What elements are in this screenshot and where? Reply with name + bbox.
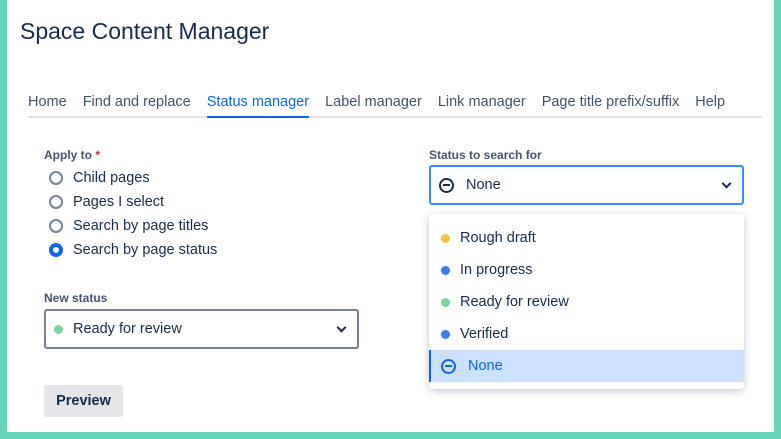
status-dot-icon [441,233,450,243]
radio-circle-icon [49,195,63,209]
radio-label: Search by page status [73,242,218,258]
apply-to-text: Apply to [44,148,92,162]
apply-to-label: Apply to * [44,148,100,162]
chevron-down-icon [721,178,732,189]
option-label: None [468,358,503,374]
tab-help[interactable]: Help [695,86,725,118]
option-verified[interactable]: Verified [429,318,744,350]
page-title: Space Content Manager [20,18,270,44]
radio-label: Search by page titles [73,218,209,234]
tab-label-manager[interactable]: Label manager [325,86,422,118]
radio-child-pages[interactable]: Child pages [49,170,150,186]
radio-checked-icon [49,243,63,257]
option-ready-for-review[interactable]: Ready for review [429,286,744,318]
option-in-progress[interactable]: In progress [429,254,744,286]
search-status-select[interactable]: None [429,165,744,205]
radio-circle-icon [49,171,63,185]
radio-search-by-status[interactable]: Search by page status [49,242,217,258]
chevron-down-icon [336,322,347,333]
search-status-label: Status to search for [429,148,542,162]
option-label: Ready for review [460,294,569,310]
select-value: None [466,177,501,193]
radio-pages-i-select[interactable]: Pages I select [49,194,164,210]
app-window: Space Content Manager Home Find and repl… [7,0,774,432]
option-label: Verified [460,326,509,342]
tab-status-manager[interactable]: Status manager [206,86,310,118]
status-dot-icon [441,329,450,339]
tab-bar: Home Find and replace Status manager Lab… [28,86,762,118]
status-dropdown-menu: Rough draft In progress Ready for review… [429,214,744,389]
new-status-select[interactable]: Ready for review [44,309,359,349]
radio-circle-icon [49,219,63,233]
none-icon [441,358,456,374]
status-dot-icon [441,265,450,275]
required-marker: * [95,148,101,162]
select-value: Ready for review [73,321,182,337]
none-icon [439,177,454,193]
tab-title-prefix-suffix[interactable]: Page title prefix/suffix [542,86,680,118]
radio-label: Pages I select [73,194,165,210]
preview-button[interactable]: Preview [44,385,123,417]
radio-label: Child pages [73,170,150,186]
status-dot-icon [54,324,63,334]
tab-link-manager[interactable]: Link manager [438,86,526,118]
option-label: Rough draft [460,230,536,246]
new-status-label: New status [44,291,108,305]
option-none[interactable]: None [429,350,744,382]
option-label: In progress [460,262,533,278]
tab-home[interactable]: Home [28,86,67,118]
tab-find-replace[interactable]: Find and replace [83,86,191,118]
status-dot-icon [441,297,450,307]
radio-search-by-titles[interactable]: Search by page titles [49,218,208,234]
option-rough-draft[interactable]: Rough draft [429,222,744,254]
